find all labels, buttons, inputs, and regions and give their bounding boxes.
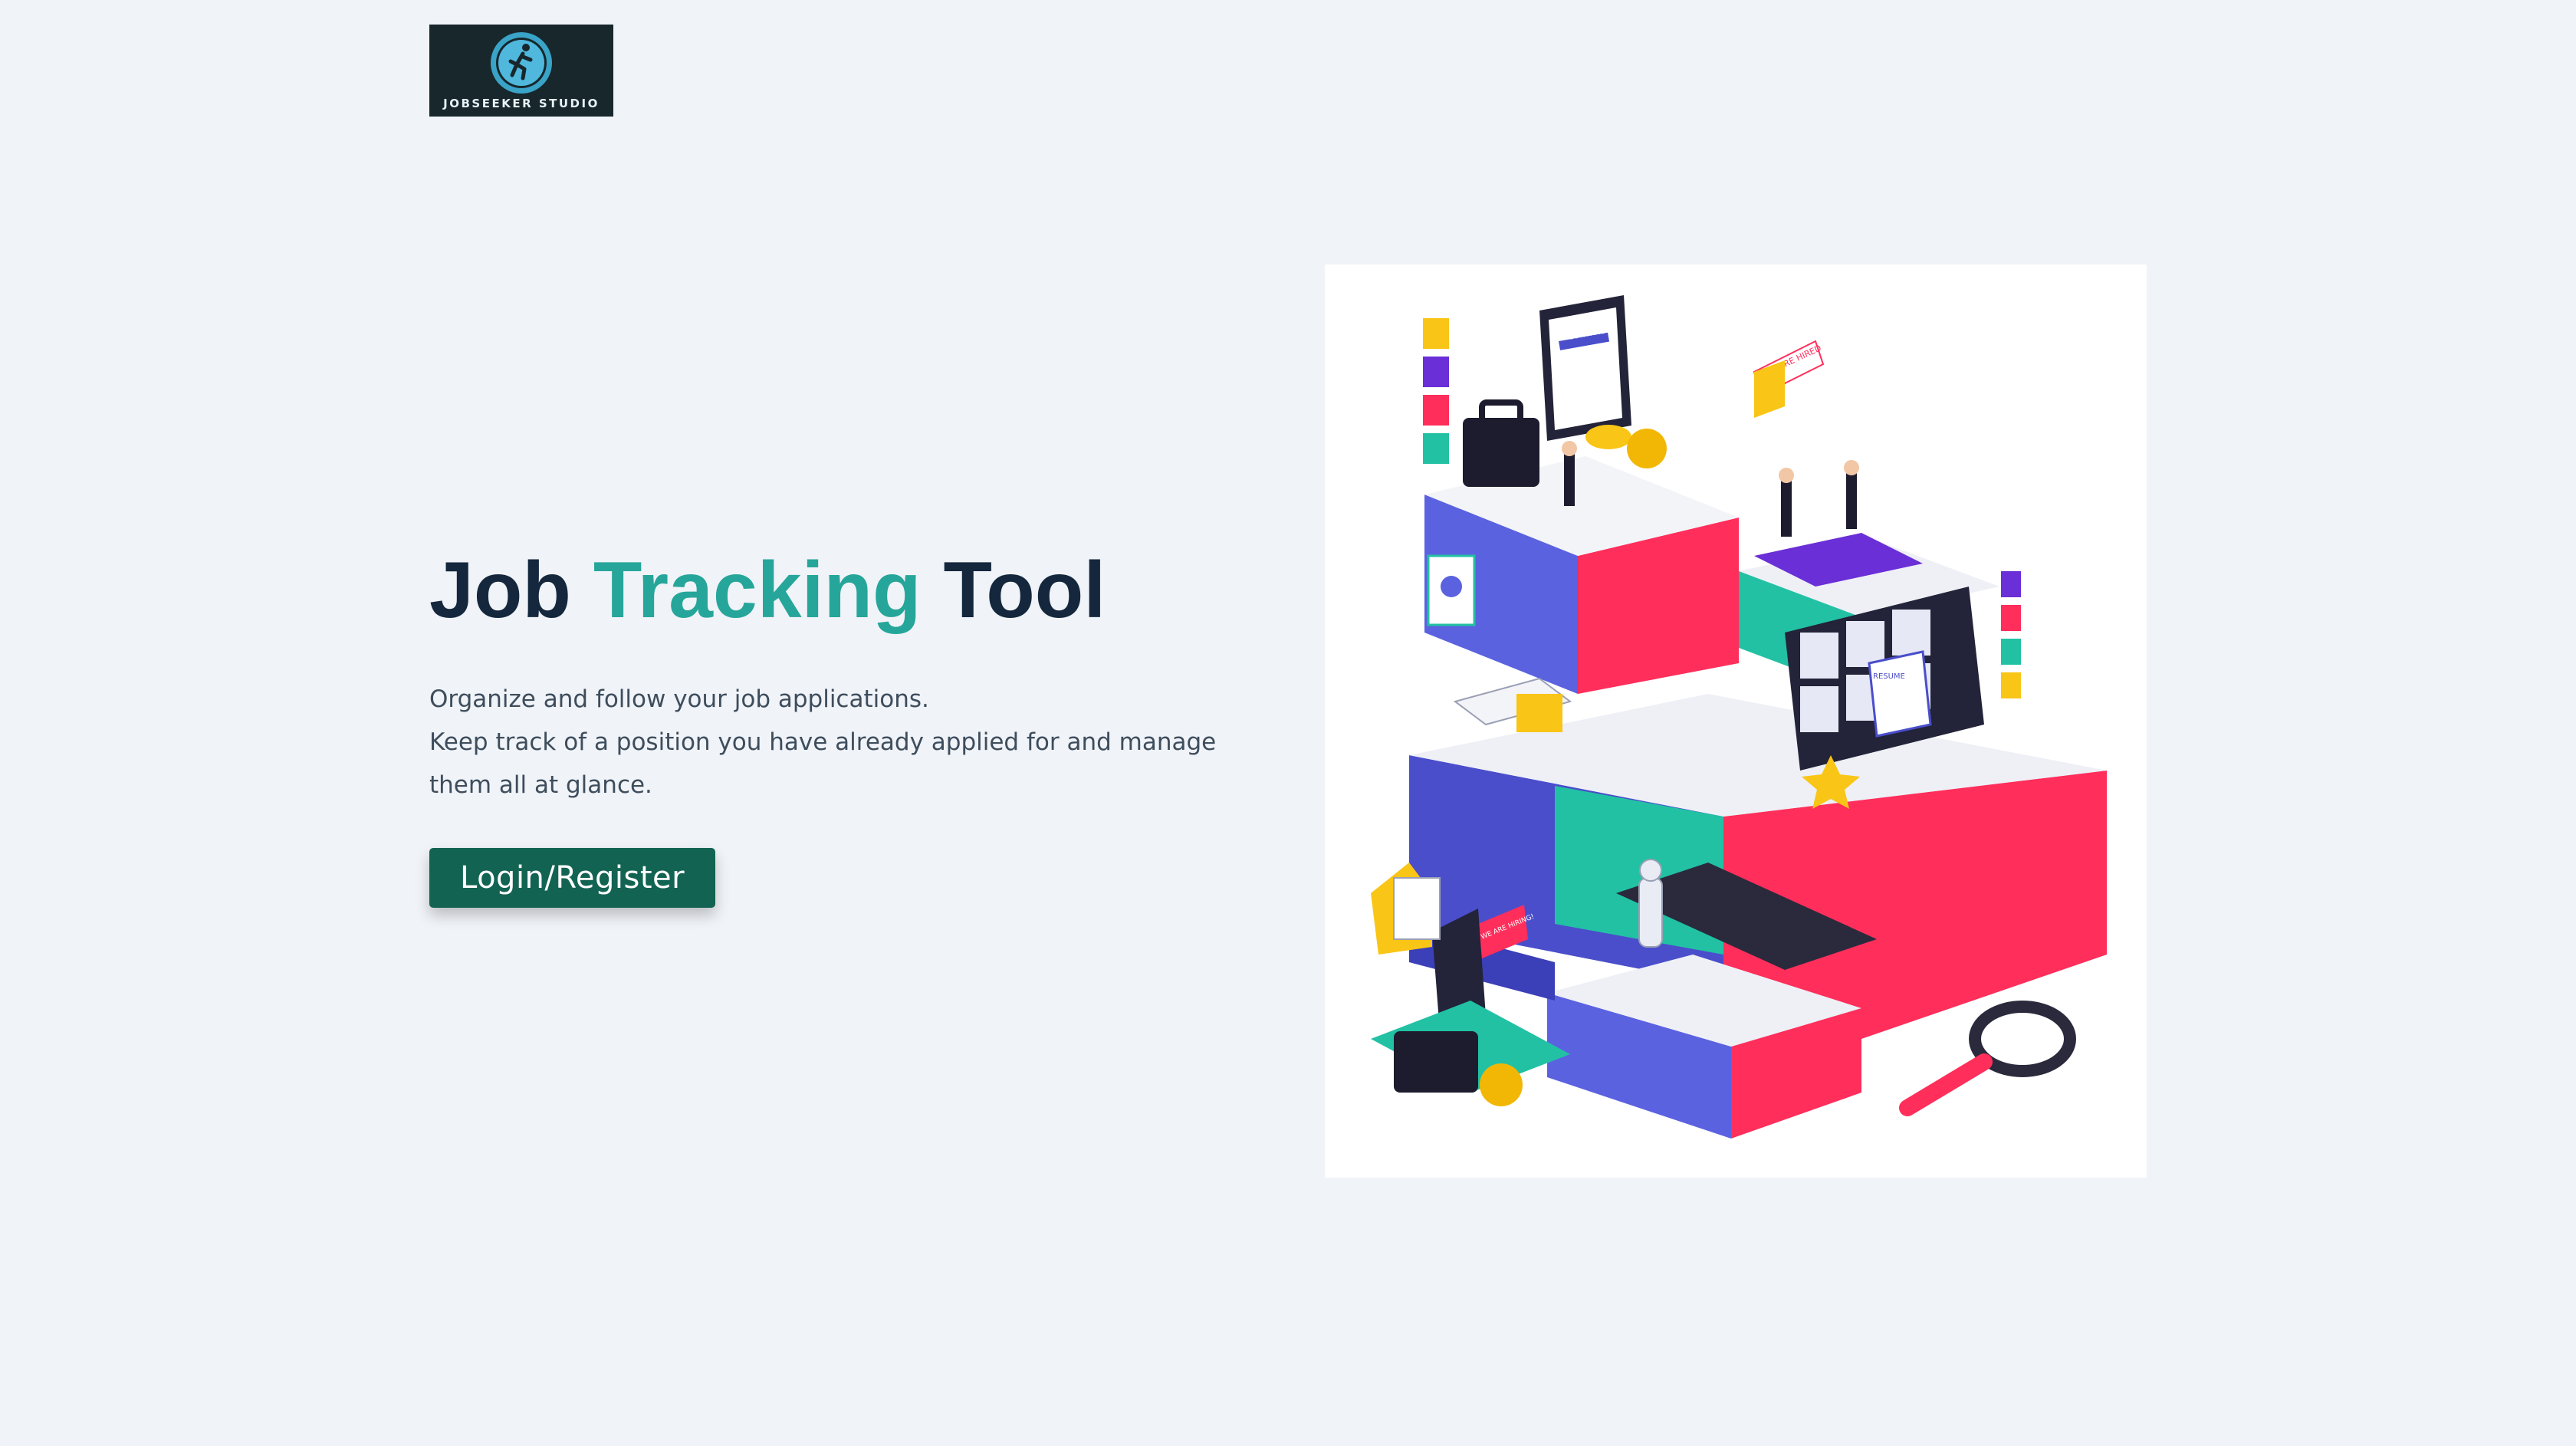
hero-section: Job Tracking Tool Organize and follow yo…	[429, 537, 1273, 908]
title-word-tool: Tool	[943, 546, 1106, 635]
description-line-1: Organize and follow your job application…	[429, 685, 929, 713]
title-word-tracking: Tracking	[593, 546, 922, 635]
hero-illustration: CONTRACT YOU ARE HIRED RESUME WE ARE HIR…	[1325, 265, 2147, 1178]
landing-page: JOBSEEKER STUDIO Job Tracking Tool Organ…	[0, 0, 2576, 1446]
brand-logo[interactable]: JOBSEEKER STUDIO	[429, 25, 613, 117]
runner-emblem-icon	[491, 32, 552, 94]
page-title: Job Tracking Tool	[429, 537, 1273, 644]
job-search-isometric-illustration: CONTRACT YOU ARE HIRED RESUME WE ARE HIR…	[1371, 295, 2107, 1139]
login-register-button[interactable]: Login/Register	[429, 848, 716, 908]
description-line-2: Keep track of a position you have alread…	[429, 728, 1217, 799]
brand-name: JOBSEEKER STUDIO	[443, 97, 600, 110]
resume-sign: RESUME	[1873, 672, 1905, 681]
hero-description: Organize and follow your job application…	[429, 678, 1257, 807]
title-word-job: Job	[429, 546, 571, 635]
